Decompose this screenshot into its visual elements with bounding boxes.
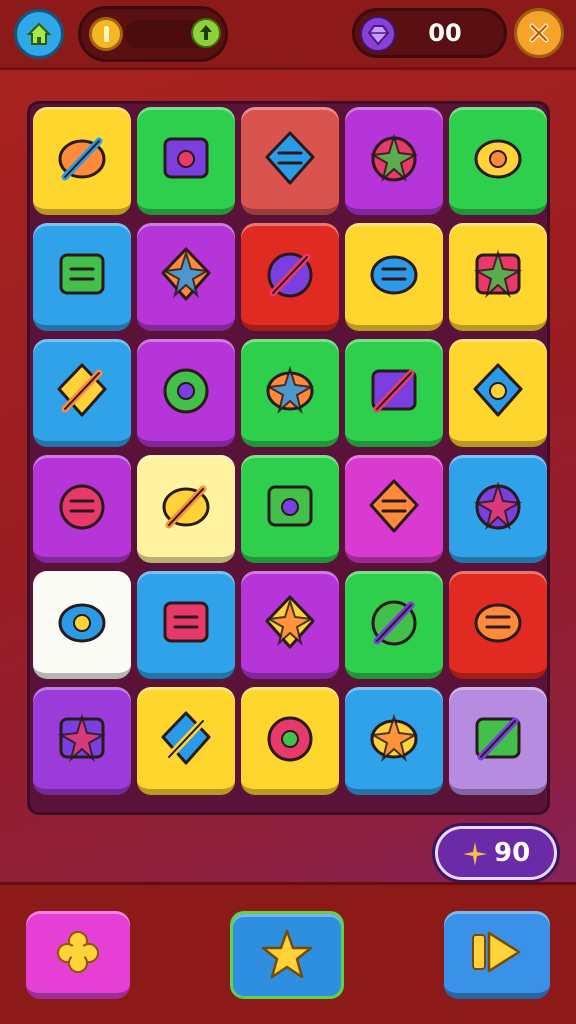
home-icon	[26, 22, 52, 45]
target-brush-icon	[267, 252, 313, 298]
sparkle-icon	[463, 842, 487, 866]
pencil-frame-icon	[59, 253, 105, 295]
board-tile[interactable]	[449, 223, 547, 331]
close-icon	[529, 23, 549, 43]
score-counter: 90	[435, 826, 557, 880]
ice-cream-cone-icon	[58, 137, 106, 181]
donut-ring-icon	[57, 363, 107, 417]
board-tile[interactable]	[137, 107, 235, 215]
board-tile[interactable]	[137, 571, 235, 679]
lime-slice-icon	[474, 603, 522, 643]
coin-counter	[78, 6, 228, 62]
orange-box-icon	[474, 139, 522, 179]
bottom-bar	[0, 882, 576, 1024]
board-tile[interactable]	[137, 455, 235, 563]
home-button[interactable]	[14, 9, 64, 59]
paint-palette-icon	[267, 716, 313, 762]
gift-box-icon	[473, 249, 523, 298]
star-icon	[261, 929, 313, 979]
board-tile[interactable]	[33, 223, 131, 331]
board-tile[interactable]	[345, 107, 443, 215]
orange-fruit-icon	[265, 365, 315, 414]
green-gem-icon	[162, 485, 210, 529]
board-tile[interactable]	[449, 687, 547, 795]
board-tile[interactable]	[33, 339, 131, 447]
helmet-jar-icon	[370, 255, 418, 295]
board-tile[interactable]	[241, 107, 339, 215]
gem-icon	[360, 16, 396, 52]
board-tile[interactable]	[345, 687, 443, 795]
board-tile[interactable]	[33, 687, 131, 795]
paint-brush-icon	[473, 481, 523, 530]
board-tile[interactable]	[241, 571, 339, 679]
play-arrow-icon	[472, 931, 521, 973]
board-tile[interactable]	[449, 571, 547, 679]
board-tile[interactable]	[241, 687, 339, 795]
gem-count: 00	[428, 19, 462, 47]
blue-button-icon	[58, 603, 106, 643]
board-tile[interactable]	[137, 687, 235, 795]
pencil-square-icon	[163, 137, 209, 179]
purple-rocket-icon	[267, 485, 313, 527]
board-tile[interactable]	[137, 223, 235, 331]
board-tile[interactable]	[241, 339, 339, 447]
play-button[interactable]	[444, 911, 550, 999]
spiky-star-icon	[369, 479, 419, 533]
blue-robot-jar-icon	[475, 717, 521, 761]
star-button[interactable]	[230, 911, 344, 999]
board-tile[interactable]	[345, 339, 443, 447]
robot-box-icon	[163, 601, 209, 643]
paper-arrow-icon	[265, 595, 315, 649]
top-bar: 00	[0, 0, 576, 70]
board-tile[interactable]	[449, 339, 547, 447]
board-tile[interactable]	[33, 455, 131, 563]
board-tile[interactable]	[241, 223, 339, 331]
board-tile[interactable]	[345, 455, 443, 563]
gem-counter: 00	[352, 8, 507, 58]
plus-icon	[200, 25, 212, 40]
paint-jar-brush-icon	[265, 131, 315, 185]
cookie-blob-icon	[59, 484, 105, 530]
board-tile[interactable]	[241, 455, 339, 563]
add-coins-button[interactable]	[191, 18, 221, 48]
board-tile[interactable]	[33, 571, 131, 679]
coin-icon	[89, 17, 123, 51]
score-value: 90	[494, 838, 531, 868]
purple-shell-icon	[369, 713, 419, 762]
puzzle-flower-icon	[57, 931, 99, 973]
board-tile[interactable]	[33, 107, 131, 215]
tag-label-icon	[163, 368, 209, 414]
palm-tree-icon	[473, 363, 523, 417]
goggles-icon	[161, 247, 211, 301]
booster-button[interactable]	[26, 911, 130, 999]
rainbow-brush-icon	[57, 713, 107, 762]
board-tile[interactable]	[345, 571, 443, 679]
board-tile[interactable]	[449, 455, 547, 563]
blue-orb-icon	[371, 600, 417, 646]
crab-ball-icon	[369, 133, 419, 182]
robot-face-icon	[161, 711, 211, 765]
close-button[interactable]	[514, 8, 564, 58]
board-tile[interactable]	[449, 107, 547, 215]
purple-leaf-icon	[371, 369, 417, 413]
board-tile[interactable]	[345, 223, 443, 331]
board-tile[interactable]	[137, 339, 235, 447]
game-board	[27, 101, 550, 815]
